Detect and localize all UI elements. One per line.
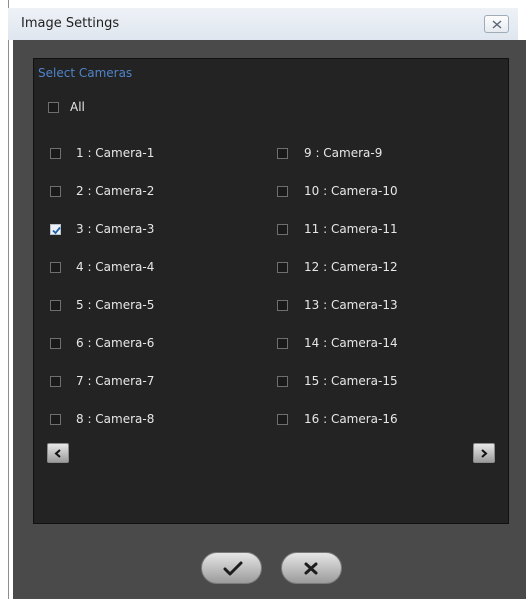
camera-label[interactable]: 9 : Camera-9 xyxy=(304,146,382,160)
camera-checkbox[interactable] xyxy=(50,224,61,235)
previous-page-button[interactable] xyxy=(47,443,69,463)
camera-checkbox[interactable] xyxy=(50,376,61,387)
chevron-left-icon xyxy=(54,449,61,458)
dialog-body: Select Cameras All 1 : Camera-1 2 : Camer… xyxy=(13,40,526,599)
camera-checkbox[interactable] xyxy=(50,186,61,197)
camera-checkbox[interactable] xyxy=(50,262,61,273)
camera-checkbox[interactable] xyxy=(277,262,288,273)
select-cameras-panel: Select Cameras All 1 : Camera-1 2 : Camer… xyxy=(33,58,509,524)
camera-checkbox[interactable] xyxy=(50,338,61,349)
camera-label[interactable]: 16 : Camera-16 xyxy=(304,412,398,426)
camera-label[interactable]: 13 : Camera-13 xyxy=(304,298,398,312)
camera-label[interactable]: 15 : Camera-15 xyxy=(304,374,398,388)
camera-label[interactable]: 10 : Camera-10 xyxy=(304,184,398,198)
camera-label[interactable]: 5 : Camera-5 xyxy=(76,298,154,312)
title-bar[interactable]: Image Settings xyxy=(8,8,518,40)
close-icon xyxy=(304,562,318,575)
camera-checkbox[interactable] xyxy=(277,224,288,235)
window-title: Image Settings xyxy=(21,16,120,31)
camera-label[interactable]: 7 : Camera-7 xyxy=(76,374,154,388)
camera-checkbox[interactable] xyxy=(277,148,288,159)
all-label[interactable]: All xyxy=(70,100,85,114)
camera-label[interactable]: 11 : Camera-11 xyxy=(304,222,398,236)
all-checkbox[interactable] xyxy=(48,102,59,113)
cancel-button[interactable] xyxy=(281,552,342,584)
camera-checkbox[interactable] xyxy=(277,300,288,311)
close-button[interactable] xyxy=(484,15,509,33)
check-icon xyxy=(52,226,61,235)
check-icon xyxy=(223,561,243,576)
camera-label[interactable]: 6 : Camera-6 xyxy=(76,336,154,350)
confirm-button[interactable] xyxy=(201,552,262,584)
section-title: Select Cameras xyxy=(38,66,133,80)
camera-label[interactable]: 4 : Camera-4 xyxy=(76,260,154,274)
camera-label[interactable]: 3 : Camera-3 xyxy=(76,222,154,236)
camera-checkbox[interactable] xyxy=(277,338,288,349)
camera-checkbox[interactable] xyxy=(50,300,61,311)
camera-checkbox[interactable] xyxy=(50,414,61,425)
camera-label[interactable]: 8 : Camera-8 xyxy=(76,412,154,426)
camera-label[interactable]: 14 : Camera-14 xyxy=(304,336,398,350)
camera-label[interactable]: 2 : Camera-2 xyxy=(76,184,154,198)
camera-checkbox[interactable] xyxy=(277,414,288,425)
next-page-button[interactable] xyxy=(473,443,495,463)
camera-checkbox[interactable] xyxy=(277,376,288,387)
camera-checkbox[interactable] xyxy=(50,148,61,159)
camera-label[interactable]: 12 : Camera-12 xyxy=(304,260,398,274)
camera-label[interactable]: 1 : Camera-1 xyxy=(76,146,154,160)
chevron-right-icon xyxy=(481,449,488,458)
close-icon xyxy=(492,20,502,29)
page: Image Settings Select Cameras All 1 : Ca… xyxy=(0,0,526,599)
camera-checkbox[interactable] xyxy=(277,186,288,197)
